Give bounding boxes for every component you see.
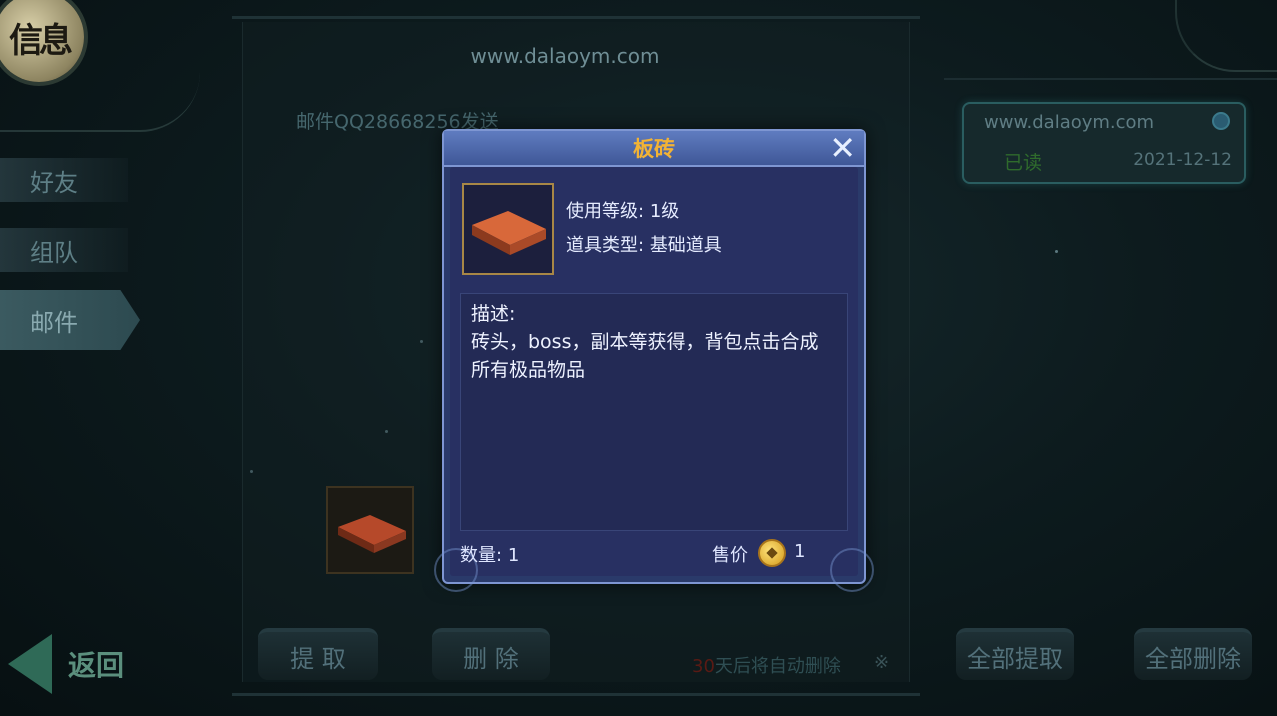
coin-icon [758, 539, 786, 567]
popup-title: 板砖 [633, 137, 675, 161]
read-status: 已读 [1004, 152, 1043, 174]
mail-date: 2021-12-12 [1133, 150, 1232, 170]
cloud-decoration [0, 70, 200, 132]
mail-title: www.dalaoym.com [470, 44, 660, 68]
description-label: 描述: [471, 303, 516, 325]
back-arrow-icon [8, 634, 52, 694]
divider [944, 78, 1277, 80]
brick-icon [472, 211, 546, 255]
tab-mail[interactable]: 邮件 [0, 290, 140, 350]
use-level: 使用等级: 1级 [566, 201, 680, 222]
description-box: 描述: 砖头，boss，副本等获得，背包点击合成 所有极品物品 [460, 293, 848, 531]
sparkle [1055, 250, 1058, 253]
popup-header: 板砖 ✕ [444, 129, 864, 167]
take-button[interactable]: 提 取 [258, 628, 378, 680]
corner-ornament [830, 548, 874, 592]
attachment-slot[interactable] [326, 486, 414, 574]
tab-friends[interactable]: 好友 [0, 158, 128, 202]
price-label: 售价 [712, 545, 748, 566]
close-mail-icon[interactable]: ※ [874, 652, 889, 673]
price-value: 1 [794, 541, 806, 562]
description-text: 所有极品物品 [471, 359, 586, 381]
back-button[interactable]: 返回 [8, 632, 148, 696]
item-detail-popup: 板砖 ✕ 使用等级: 1级 道具类型: 基础道具 描述: 砖头，boss，副本等… [434, 129, 874, 592]
delete-all-button[interactable]: 全部删除 [1134, 628, 1252, 680]
tab-team[interactable]: 组队 [0, 228, 128, 272]
auto-delete-notice: 30天后将自动删除 [692, 656, 841, 677]
take-all-button[interactable]: 全部提取 [956, 628, 1074, 680]
brick-icon [338, 515, 406, 553]
quantity: 数量: 1 [460, 545, 520, 566]
delete-button[interactable]: 删 除 [432, 628, 550, 680]
description-text: 砖头，boss，副本等获得，背包点击合成 [471, 331, 819, 353]
item-type: 道具类型: 基础道具 [566, 235, 722, 256]
mail-list-item[interactable]: www.dalaoym.com 已读 2021-12-12 [962, 102, 1246, 184]
close-icon[interactable]: ✕ [829, 129, 856, 167]
unread-dot-icon [1212, 112, 1230, 130]
item-icon-frame [462, 183, 554, 275]
